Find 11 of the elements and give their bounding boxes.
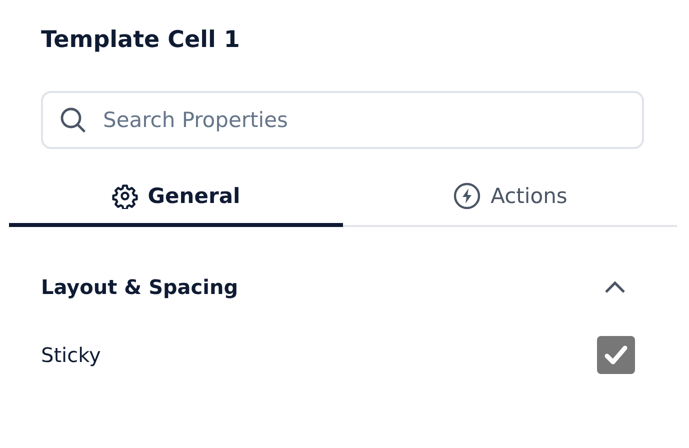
panel-title: Template Cell 1 — [41, 26, 241, 55]
gear-icon — [112, 183, 138, 209]
search-field[interactable]: Search Properties — [41, 91, 644, 149]
tab[interactable]: General — [9, 169, 343, 227]
property-label: Sticky — [41, 343, 101, 367]
checkbox[interactable] — [597, 336, 635, 374]
lightning-icon — [452, 182, 481, 210]
chevron-icon[interactable] — [604, 280, 626, 294]
section-title: Layout & Spacing — [41, 275, 238, 299]
search-icon — [59, 106, 87, 134]
tab[interactable]: Actions — [343, 169, 677, 227]
